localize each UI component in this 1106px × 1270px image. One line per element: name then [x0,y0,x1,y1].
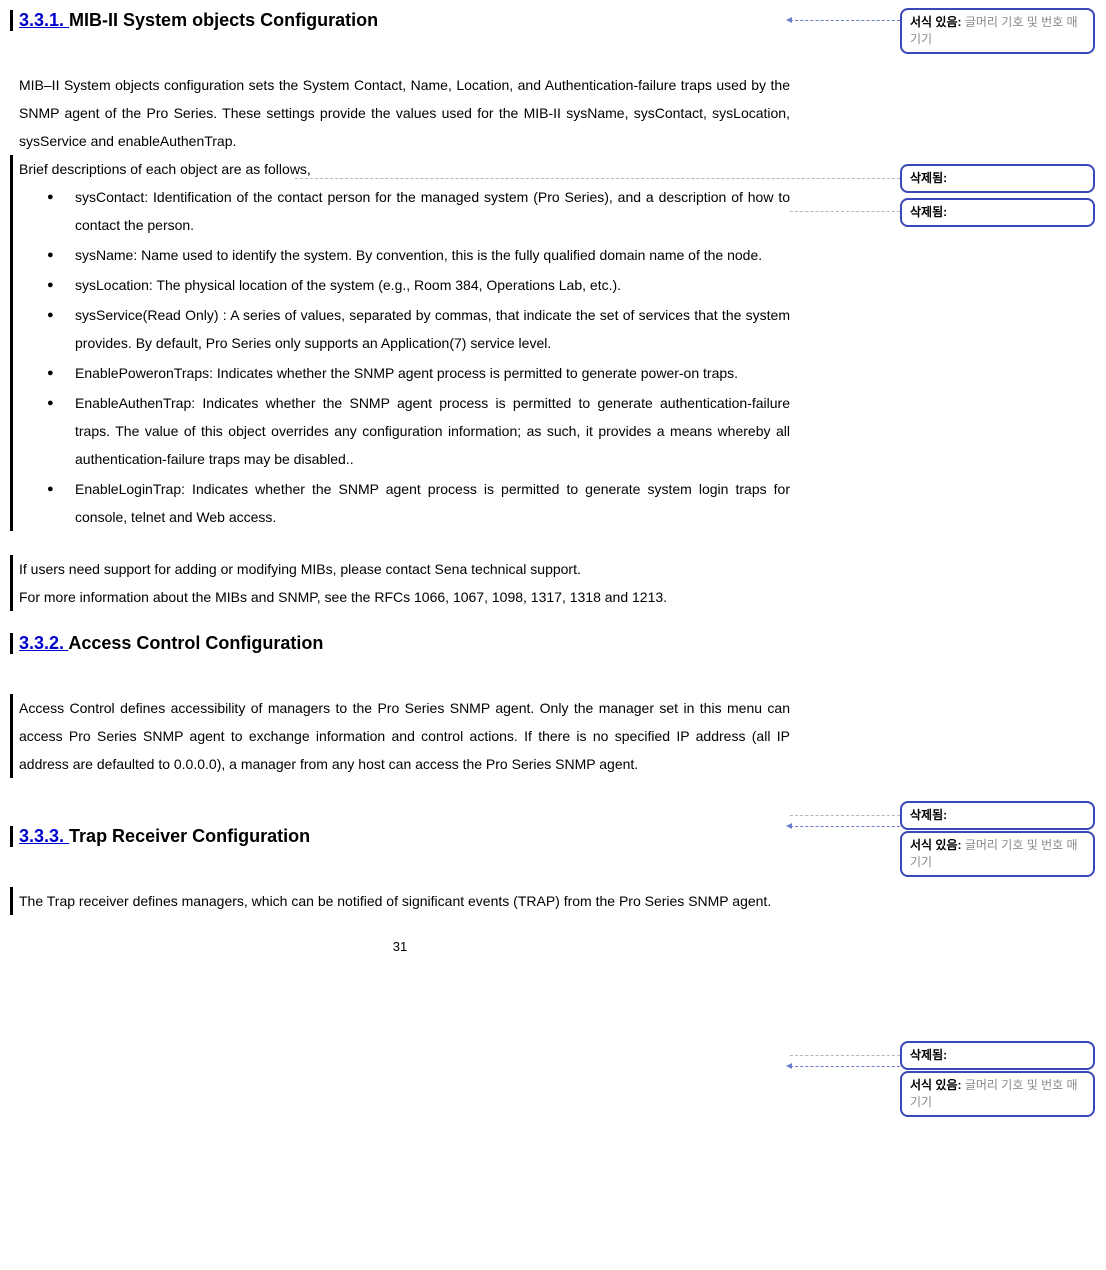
bullet-list: sysContact: Identification of the contac… [19,183,790,531]
comment-box-deleted: 삭제됨: [900,1041,1095,1070]
comment-label: 삭제됨: [910,1048,947,1062]
section-heading-333: 3.3.3. Trap Receiver Configuration [10,826,790,847]
list-item: EnablePoweronTraps: Indicates whether th… [57,359,790,387]
comment-label: 삭제됨: [910,205,947,219]
comment-box-deleted: 삭제됨: [900,164,1095,193]
comment-box-format: 서식 있음: 글머리 기호 및 번호 매기기 [900,831,1095,877]
connector-line [790,20,900,21]
connector-line [790,1055,900,1056]
comment-label: 삭제됨: [910,808,947,822]
list-item: sysService(Read Only) : A series of valu… [57,301,790,357]
comment-box-format: 서식 있음: 글머리 기호 및 번호 매기기 [900,1071,1095,1117]
arrow-icon [786,17,792,23]
page-number: 31 [10,939,790,954]
connector-line [790,815,900,816]
comment-label: 서식 있음: [910,15,962,29]
heading-number: 3.3.2. [19,633,68,653]
heading-title: Trap Receiver Configuration [69,826,310,846]
list-item: sysName: Name used to identify the syste… [57,241,790,269]
connector-line [790,211,900,212]
heading-number: 3.3.3. [19,826,69,846]
arrow-icon [786,1063,792,1069]
connector-line [295,178,900,179]
heading-title: MIB-II System objects Configuration [69,10,378,30]
connector-line [790,826,900,827]
comment-box-deleted: 삭제됨: [900,801,1095,830]
list-item: EnableAuthenTrap: Indicates whether the … [57,389,790,473]
section-heading-331: 3.3.1. MIB-II System objects Configurati… [10,10,790,31]
list-item: sysContact: Identification of the contac… [57,183,790,239]
arrow-icon [786,823,792,829]
section-heading-332: 3.3.2. Access Control Configuration [10,633,790,654]
comment-label: 서식 있음: [910,838,962,852]
heading-number: 3.3.1. [19,10,69,30]
comment-label: 삭제됨: [910,171,947,185]
list-item: EnableLoginTrap: Indicates whether the S… [57,475,790,531]
comment-box-deleted: 삭제됨: [900,198,1095,227]
comment-box-format: 서식 있음: 글머리 기호 및 번호 매기기 [900,8,1095,54]
paragraph: The Trap receiver defines managers, whic… [10,887,790,915]
heading-title: Access Control Configuration [68,633,323,653]
paragraph-support: If users need support for adding or modi… [10,555,790,583]
comment-label: 서식 있음: [910,1078,962,1092]
paragraph: MIB–II System objects configuration sets… [10,71,790,155]
connector-line [790,1066,900,1067]
list-item: sysLocation: The physical location of th… [57,271,790,299]
paragraph-moreinfo: For more information about the MIBs and … [10,583,790,611]
paragraph: Access Control defines accessibility of … [10,694,790,778]
